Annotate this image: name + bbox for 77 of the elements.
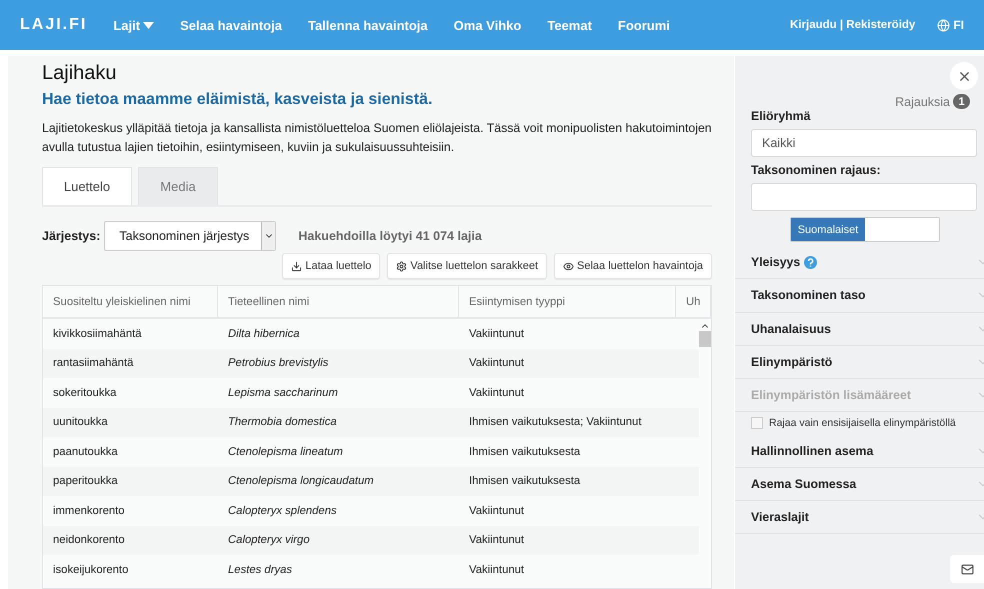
toggle-option[interactable]: Suomalaiset [791, 218, 865, 241]
close-button[interactable] [950, 62, 978, 90]
field-label: Taksonominen rajaus: [751, 163, 882, 177]
page-title: Lajihaku [42, 62, 118, 85]
result-count: Hakuehdoilla löytyi 41 074 lajia [298, 229, 482, 243]
checkbox[interactable] [751, 417, 763, 430]
table-cell-text: Petrobius brevistylis [227, 357, 330, 370]
table-cell-text: Vakiintunut [468, 328, 526, 340]
taxon-field[interactable] [751, 183, 977, 211]
table-cell-text: Calopteryx virgo [227, 534, 311, 546]
sort-label: Järjestys: [42, 229, 100, 243]
site-logo[interactable]: LAJI.FI [20, 16, 88, 34]
feedback-button[interactable] [950, 555, 984, 583]
nav-link[interactable]: Selaa havaintoja [180, 18, 282, 32]
nav-link[interactable]: Foorumi [618, 18, 670, 32]
table-cell-text: Thermobia domestica [227, 416, 338, 428]
nav-link[interactable]: Tallenna havaintoja [308, 18, 428, 32]
page-subtitle: Hae tietoa maamme eläimistä, kasveista ja sienistä. [42, 91, 434, 109]
download-icon [291, 260, 302, 272]
column-header[interactable]: Suositeltu yleiskielinen nimi [43, 286, 218, 317]
table-cell-text: Vakiintunut [468, 504, 526, 517]
table-cell-text: Ihmisen vaikutuksesta [468, 446, 582, 458]
intro-text: Lajitietokeskus ylläpitää tietoja ja kansallista nimistöluetteloa Suomen eliölajeista. Tässä voit monipuolisten hakutoimintojen avulla tutustua lajien tietoihin, esiintymiseen, kuviin ja sukulaisuussuhteisiin. [42, 120, 712, 156]
table-cell-text: Ihmisen vaikutuksesta [468, 475, 582, 488]
count-badge: 1 [953, 94, 970, 109]
filter-section[interactable]: Taksonominen taso [735, 279, 984, 313]
login-link[interactable]: Kirjaudu | Rekisteröidy [790, 19, 916, 31]
eye-icon [563, 260, 574, 272]
filter-section[interactable]: Uhanalaisuus [735, 312, 984, 346]
filters-label: Rajauksia [895, 94, 950, 108]
group-field[interactable]: Kaikki [751, 129, 977, 157]
filter-section[interactable]: Hallinnollinen asema [735, 434, 984, 468]
filter-section[interactable]: Vieraslajit [735, 501, 984, 534]
table-cell-text: Dilta hibernica [227, 328, 301, 340]
nav-link[interactable]: Oma Vihko [454, 18, 522, 32]
field-label: Eliöryhmä [751, 109, 812, 123]
table-cell-text: immenkorento [52, 504, 126, 517]
filter-section[interactable]: Asema Suomessa [735, 468, 984, 502]
table-cell-text: sokeritoukka [52, 386, 118, 399]
table-cell-text: uunitoukka [52, 416, 109, 428]
mail-icon [960, 562, 974, 576]
column-header[interactable]: Uh [676, 286, 711, 317]
gear-icon [396, 260, 408, 272]
tab[interactable]: Luettelo [42, 167, 132, 205]
table-cell-text: neidonkorento [52, 534, 126, 546]
table-cell-text: paanutoukka [52, 446, 119, 458]
table-cell-text: Vakiintunut [468, 357, 526, 370]
table-cell-text: Vakiintunut [468, 564, 526, 576]
action-button[interactable]: Selaa luettelon havaintoja [554, 253, 712, 279]
tab[interactable]: Media [138, 167, 218, 205]
table-cell-text: kivikkosiimahäntä [52, 328, 143, 340]
nav-link[interactable]: Lajit [113, 18, 154, 32]
table-cell-text: Lepisma saccharinum [227, 386, 339, 399]
scrollbar-thumb[interactable] [699, 331, 711, 347]
table-cell-text: isokeijukorento [52, 564, 130, 576]
filter-section[interactable]: Elinympäristö [735, 346, 984, 380]
table-cell-text: Vakiintunut [468, 386, 526, 399]
table-cell-text: Ctenolepisma lineatum [227, 446, 344, 458]
column-header[interactable]: Tieteellinen nimi [218, 286, 459, 317]
checkbox-label: Rajaa vain ensisijaisella elinympäristöllä [769, 417, 956, 430]
table-cell-text: Ctenolepisma longicaudatum [227, 475, 375, 488]
table-cell-text: paperitoukka [52, 475, 119, 488]
globe-icon [937, 18, 950, 32]
language-link[interactable]: FI [937, 18, 964, 32]
table-cell-text: rantasiimahäntä [52, 357, 134, 370]
caret-icon [143, 22, 154, 28]
table-cell-text: Vakiintunut [468, 534, 526, 546]
column-header[interactable]: Esiintymisen tyyppi [459, 286, 676, 317]
action-button[interactable]: Valitse luettelon sarakkeet [387, 253, 548, 279]
filter-section[interactable]: Yleisyys [735, 246, 984, 280]
table-cell-text: Calopteryx splendens [227, 504, 338, 517]
nav-link[interactable]: Teemat [547, 18, 592, 32]
table-cell-text: Lestes dryas [227, 564, 294, 576]
table-cell-text: Ihmisen vaikutuksesta; Vakiintunut [468, 416, 642, 428]
help-icon[interactable] [804, 256, 818, 269]
action-button[interactable]: Lataa luettelo [282, 253, 380, 279]
sort-select[interactable]: Taksonominen järjestys [104, 221, 276, 251]
